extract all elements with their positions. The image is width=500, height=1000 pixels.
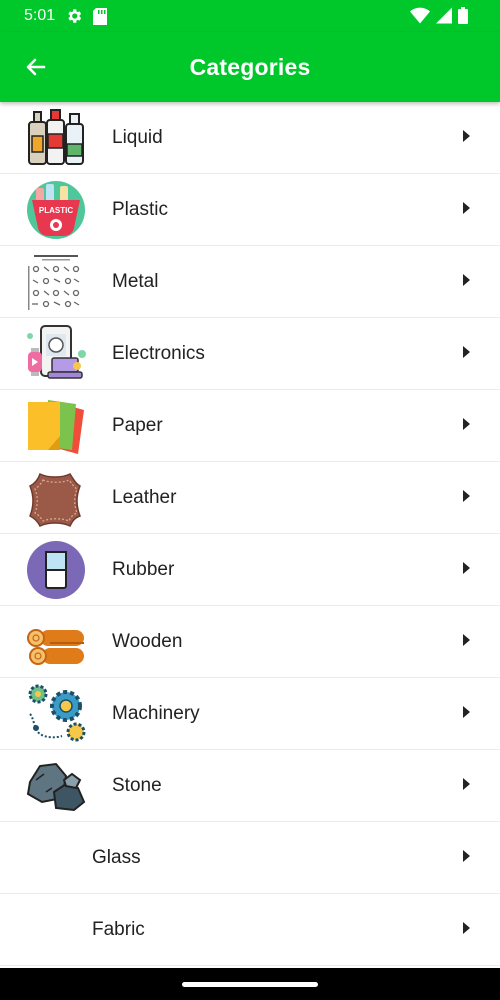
chevron-right-icon (463, 634, 470, 646)
category-row-paper[interactable]: Paper (0, 390, 500, 462)
chevron-right-icon (463, 850, 470, 862)
category-label: Leather (112, 486, 177, 508)
plastic-basket-icon: PLASTIC (26, 180, 86, 240)
category-label: Paper (112, 414, 163, 436)
status-time: 5:01 (24, 7, 56, 24)
wifi-icon (410, 7, 430, 24)
category-row-glass[interactable]: Glass (0, 822, 500, 894)
chevron-right-icon (463, 130, 470, 142)
sd-card-icon (93, 7, 108, 25)
category-label: Electronics (112, 342, 205, 364)
category-row-metal[interactable]: Metal (0, 246, 500, 318)
category-row-rubber[interactable]: Rubber (0, 534, 500, 606)
category-row-leather[interactable]: Leather (0, 462, 500, 534)
chevron-right-icon (463, 418, 470, 430)
back-button[interactable] (22, 53, 50, 81)
battery-icon (458, 7, 468, 24)
wood-logs-icon (26, 612, 86, 672)
category-label: Plastic (112, 198, 168, 220)
category-row-stone[interactable]: Stone (0, 750, 500, 822)
category-row-electronics[interactable]: Electronics (0, 318, 500, 390)
svg-text:PLASTIC: PLASTIC (39, 206, 73, 215)
status-bar: 5:01 (0, 0, 500, 32)
devices-icon (26, 324, 86, 384)
metal-products-icon (26, 252, 86, 312)
chevron-right-icon (463, 346, 470, 358)
rubber-eraser-icon (26, 540, 86, 600)
category-label: Metal (112, 270, 159, 292)
category-list: Liquid PLASTIC Plastic Metal Electronics… (0, 102, 500, 968)
category-label: Fabric (92, 918, 145, 940)
paper-sheets-icon (26, 396, 86, 456)
chevron-right-icon (463, 490, 470, 502)
chevron-right-icon (463, 274, 470, 286)
signal-icon (436, 7, 452, 24)
category-row-fabric[interactable]: Fabric (0, 894, 500, 966)
chevron-right-icon (463, 778, 470, 790)
category-row-plastic[interactable]: PLASTIC Plastic (0, 174, 500, 246)
category-label: Liquid (112, 126, 163, 148)
arrow-left-icon (26, 58, 46, 76)
gears-icon (26, 684, 86, 744)
stones-icon (26, 756, 86, 816)
category-label: Wooden (112, 630, 183, 652)
leather-patch-icon (26, 468, 86, 528)
category-label: Machinery (112, 702, 200, 724)
app-bar: Categories (0, 32, 500, 102)
category-label: Glass (92, 846, 141, 868)
category-label: Stone (112, 774, 162, 796)
chevron-right-icon (463, 706, 470, 718)
settings-icon (68, 9, 82, 23)
category-row-wooden[interactable]: Wooden (0, 606, 500, 678)
chevron-right-icon (463, 202, 470, 214)
chevron-right-icon (463, 562, 470, 574)
category-row-liquid[interactable]: Liquid (0, 102, 500, 174)
category-label: Rubber (112, 558, 175, 580)
bottles-icon (26, 108, 86, 168)
chevron-right-icon (463, 922, 470, 934)
home-indicator[interactable] (182, 982, 318, 987)
system-navigation-bar (0, 968, 500, 1000)
category-row-machinery[interactable]: Machinery (0, 678, 500, 750)
page-title: Categories (189, 53, 311, 80)
